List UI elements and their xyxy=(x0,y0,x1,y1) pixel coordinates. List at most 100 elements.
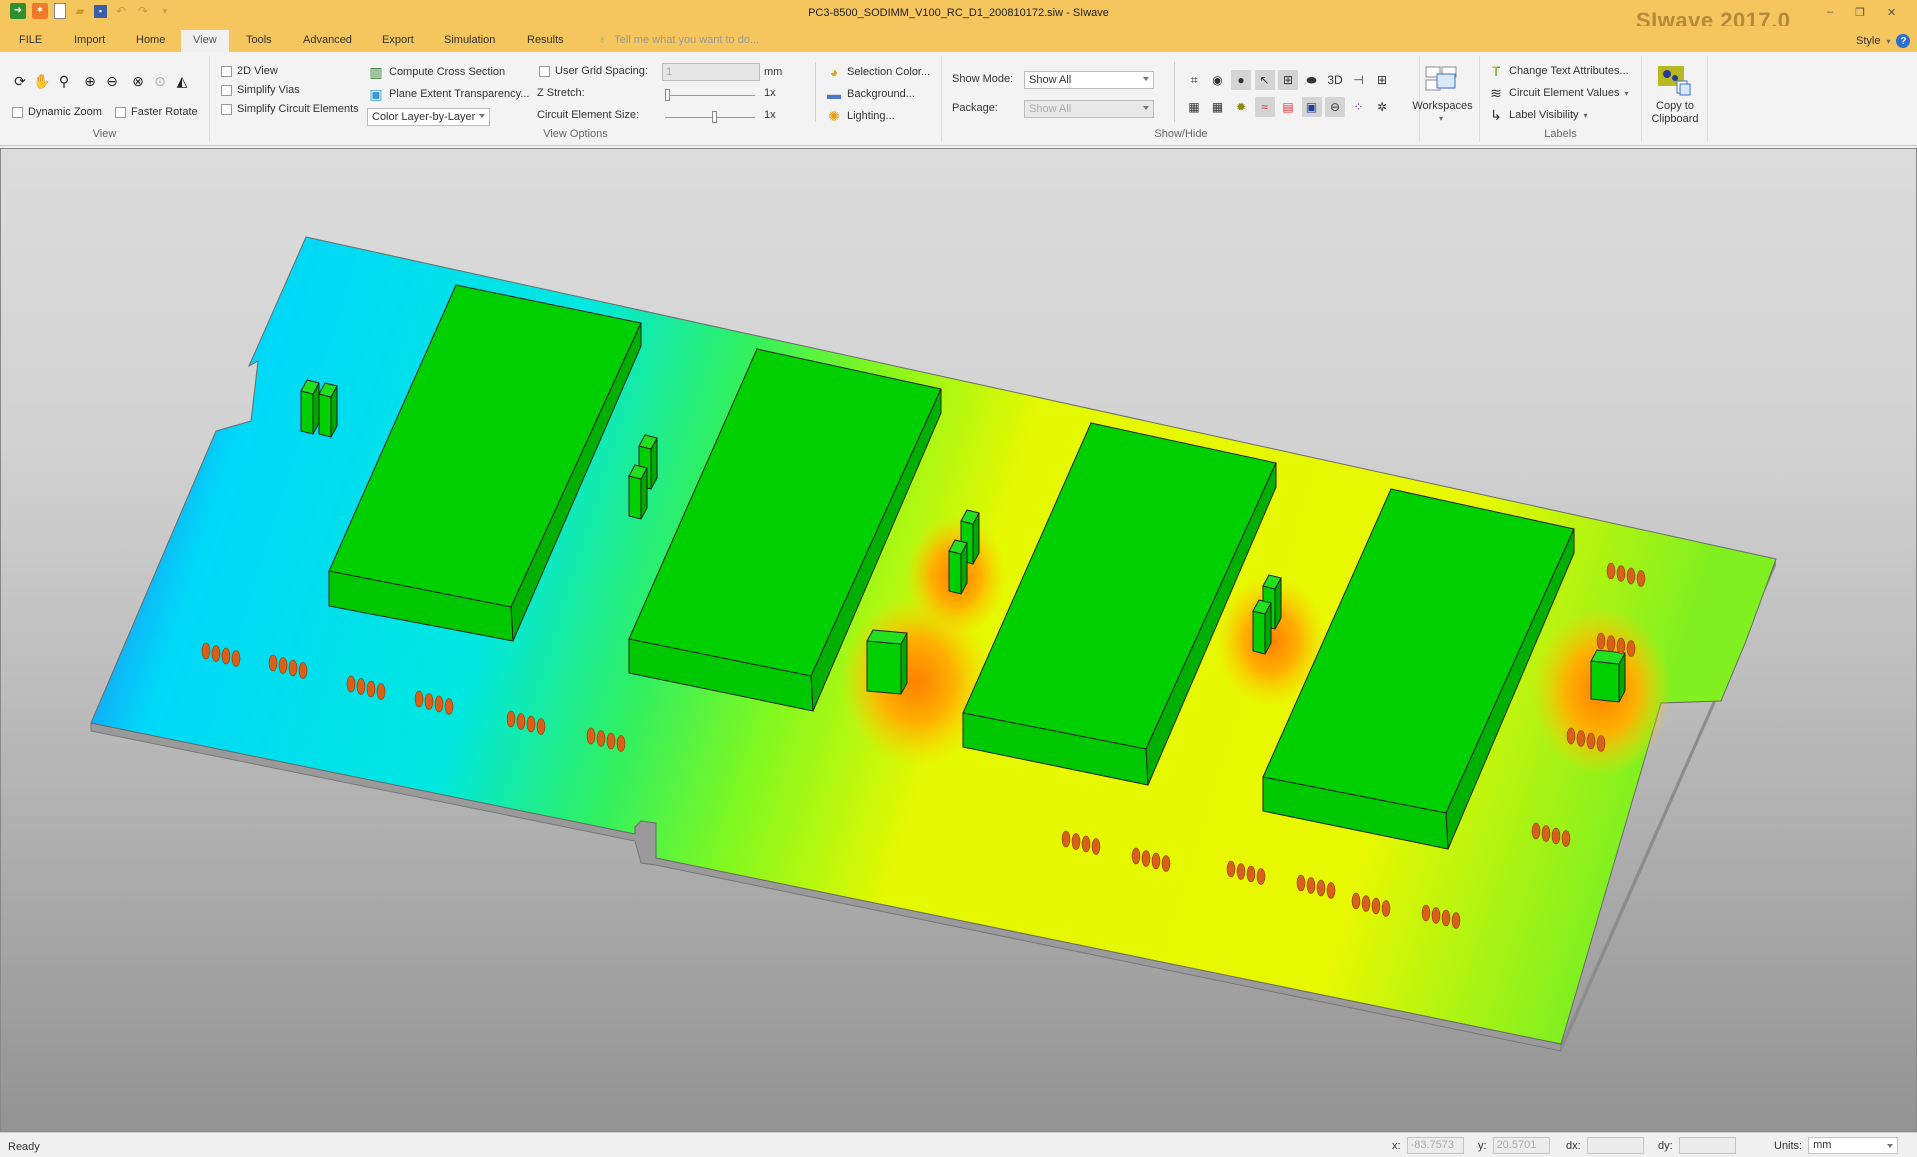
resistor-element[interactable] xyxy=(1226,860,1236,878)
tab-tools[interactable]: Tools xyxy=(246,34,272,46)
tab-import[interactable]: Import xyxy=(74,34,105,46)
resistor-element[interactable] xyxy=(1296,874,1306,892)
show-legend-icon[interactable]: ▤ xyxy=(1278,97,1298,117)
z-stretch-thumb[interactable] xyxy=(665,89,670,101)
capacitor-component[interactable] xyxy=(866,629,908,695)
show-solder-balls-icon[interactable]: ● xyxy=(1231,70,1251,90)
pcb-3d-scene[interactable] xyxy=(1,149,1917,1132)
resistor-element[interactable] xyxy=(211,645,221,662)
rotate-icon[interactable]: ⟳ xyxy=(12,73,28,89)
resistor-element[interactable] xyxy=(506,710,516,728)
pan-icon[interactable]: ✋ xyxy=(33,73,50,89)
resistor-element[interactable] xyxy=(1081,835,1091,853)
resistor-element[interactable] xyxy=(1256,868,1266,885)
tab-export[interactable]: Export xyxy=(382,34,414,46)
tab-results[interactable]: Results xyxy=(527,34,564,46)
tell-me-search[interactable]: ♁ Tell me what you want to do... xyxy=(598,34,759,46)
show-3d-labels-icon[interactable]: 3D xyxy=(1325,70,1345,90)
grid-spacing-input[interactable]: 1 xyxy=(662,63,760,81)
resistor-element[interactable] xyxy=(1091,838,1101,855)
show-mode-dropdown[interactable]: Show All xyxy=(1024,71,1154,89)
resistor-element[interactable] xyxy=(278,657,288,674)
show-contour-icon[interactable]: ▣ xyxy=(1301,97,1322,117)
resistor-element[interactable] xyxy=(1351,892,1361,910)
resistor-element[interactable] xyxy=(1576,730,1586,747)
tab-home[interactable]: Home xyxy=(136,34,165,46)
z-stretch-slider[interactable] xyxy=(665,89,755,101)
close-button[interactable]: ✕ xyxy=(1887,6,1896,19)
resistor-element[interactable] xyxy=(1061,830,1071,848)
show-bondwires-icon[interactable]: ⬬ xyxy=(1302,70,1322,90)
resistor-element[interactable] xyxy=(1566,727,1576,745)
show-traces-icon[interactable]: ⌗ xyxy=(1184,70,1204,90)
package-dropdown[interactable]: Show All xyxy=(1024,100,1154,118)
tab-view[interactable]: View xyxy=(181,30,229,52)
resistor-element[interactable] xyxy=(366,680,376,698)
capacitor-component[interactable] xyxy=(318,382,338,438)
units-dropdown[interactable]: mm xyxy=(1808,1137,1899,1154)
view-reset-icon[interactable]: ◭ xyxy=(174,73,190,89)
resistor-element[interactable] xyxy=(268,654,278,672)
resistor-element[interactable] xyxy=(1441,909,1451,927)
resistor-element[interactable] xyxy=(356,678,366,695)
show-mesh-icon[interactable]: ✲ xyxy=(1372,97,1392,117)
faster-rotate-checkbox[interactable] xyxy=(115,106,126,118)
zoom-out-icon[interactable]: ⊖ xyxy=(104,73,120,89)
resistor-element[interactable] xyxy=(1541,825,1551,842)
color-mode-dropdown[interactable]: Color Layer-by-Layer xyxy=(367,108,490,126)
change-text-attributes-button[interactable]: T Change Text Attributes... xyxy=(1488,63,1629,79)
show-field-plot-icon[interactable]: ≈ xyxy=(1254,97,1275,117)
copy-to-clipboard-button[interactable]: Copy to Clipboard xyxy=(1642,56,1708,142)
resistor-element[interactable] xyxy=(1161,855,1171,872)
background-button[interactable]: ▬ Background... xyxy=(826,86,915,102)
resistor-element[interactable] xyxy=(221,647,231,665)
resistor-element[interactable] xyxy=(1421,904,1431,922)
workspaces-button[interactable]: Workspaces ▾ xyxy=(1405,56,1480,142)
show-cross-section-icon[interactable]: ⊖ xyxy=(1325,97,1345,117)
resistor-element[interactable] xyxy=(1371,897,1381,915)
resistor-element[interactable] xyxy=(1551,827,1561,845)
simplify-circuit-elements-checkbox[interactable] xyxy=(221,103,232,115)
tab-simulation[interactable]: Simulation xyxy=(444,34,495,46)
resistor-element[interactable] xyxy=(444,698,454,715)
resistor-element[interactable] xyxy=(1636,570,1646,587)
resistor-element[interactable] xyxy=(201,642,211,660)
show-nets-icon[interactable]: ⁘ xyxy=(1349,97,1369,117)
resistor-element[interactable] xyxy=(616,735,626,752)
resistor-element[interactable] xyxy=(1451,912,1461,929)
capacitor-component[interactable] xyxy=(1590,649,1626,703)
resistor-element[interactable] xyxy=(1561,830,1571,847)
resistor-element[interactable] xyxy=(288,659,298,677)
lighting-button[interactable]: ✺ Lighting... xyxy=(826,108,895,124)
resistor-element[interactable] xyxy=(536,718,546,735)
zoom-in-icon[interactable]: ⊕ xyxy=(82,73,98,89)
resistor-element[interactable] xyxy=(231,650,241,667)
resistor-element[interactable] xyxy=(1531,822,1541,840)
resistor-element[interactable] xyxy=(1316,879,1326,897)
simplify-vias-checkbox[interactable] xyxy=(221,84,232,96)
resistor-element[interactable] xyxy=(1606,562,1616,580)
tab-file[interactable]: FILE xyxy=(19,34,42,46)
show-ports-icon[interactable]: ⊣ xyxy=(1349,70,1369,90)
style-menu[interactable]: Style xyxy=(1856,35,1880,47)
resistor-element[interactable] xyxy=(1141,850,1151,867)
help-icon[interactable]: ? xyxy=(1896,34,1911,48)
resistor-element[interactable] xyxy=(596,730,606,747)
resistor-element[interactable] xyxy=(1131,847,1141,865)
resistor-element[interactable] xyxy=(1606,635,1616,652)
resistor-element[interactable] xyxy=(414,690,424,708)
resistor-element[interactable] xyxy=(1626,640,1636,657)
show-layer-a-icon[interactable]: ▦ xyxy=(1184,97,1204,117)
capacitor-component[interactable] xyxy=(628,464,648,520)
resistor-element[interactable] xyxy=(434,695,444,713)
resistor-element[interactable] xyxy=(298,662,308,679)
resistor-element[interactable] xyxy=(1151,852,1161,870)
2d-view-checkbox[interactable] xyxy=(221,65,232,77)
resistor-element[interactable] xyxy=(1326,882,1336,899)
capacitor-component[interactable] xyxy=(300,379,320,435)
show-sources-icon[interactable]: ⊞ xyxy=(1372,70,1392,90)
restore-button[interactable]: ❐ xyxy=(1855,6,1865,19)
compute-cross-section-button[interactable]: ▥ Compute Cross Section xyxy=(368,64,505,80)
show-layer-b-icon[interactable]: ▦ xyxy=(1208,97,1228,117)
label-visibility-button[interactable]: ↳ Label Visibility ▾ xyxy=(1488,107,1587,123)
